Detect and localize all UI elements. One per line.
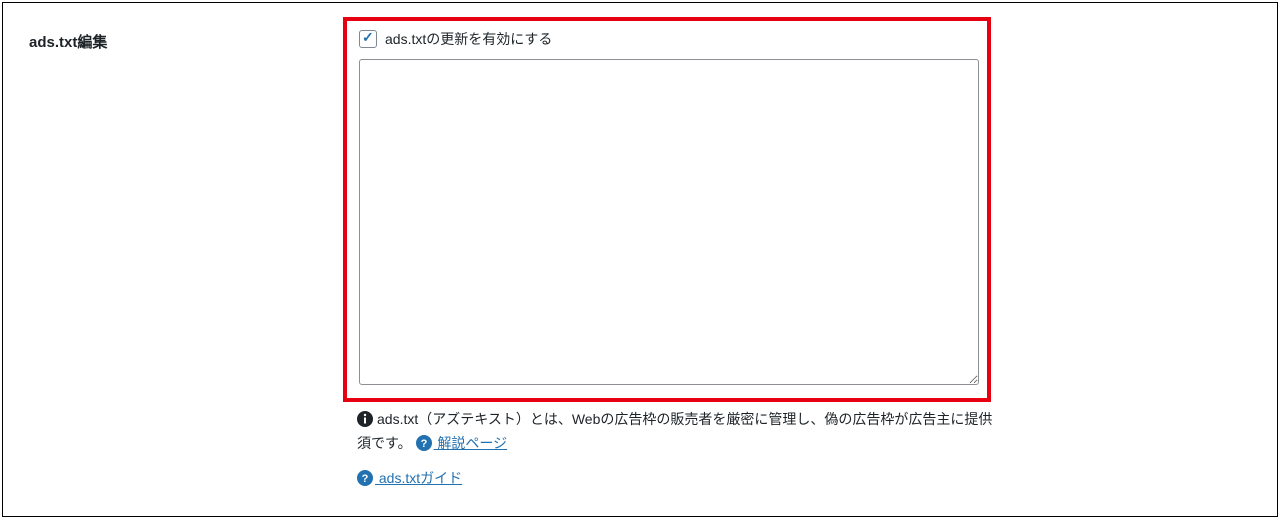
enable-adstxt-label[interactable]: ads.txtの更新を有効にする <box>385 29 552 49</box>
svg-text:?: ? <box>420 438 427 450</box>
question-icon: ? <box>416 435 432 451</box>
adstxt-guide-link[interactable]: ads.txtガイド <box>375 470 462 486</box>
form-row-adstxt: ads.txt編集 ads.txtの更新を有効にする ads.txt（アズテキス… <box>3 3 1277 488</box>
settings-panel: ads.txt編集 ads.txtの更新を有効にする ads.txt（アズテキス… <box>2 2 1278 517</box>
section-label: ads.txt編集 <box>29 34 107 51</box>
help-description: ads.txt（アズテキスト）とは、Webの広告枠の販売者を厳密に管理し、偽の広… <box>343 408 1263 456</box>
help-text-part1: ads.txt（アズテキスト）とは、Webの広告枠の販売者を厳密に管理し、偽の広… <box>377 411 992 427</box>
explain-page-link[interactable]: 解説ページ <box>434 435 508 451</box>
highlight-box: ads.txtの更新を有効にする <box>343 17 991 402</box>
checkbox-row: ads.txtの更新を有効にする <box>359 29 975 49</box>
info-icon <box>357 411 373 427</box>
guide-link-row: ? ads.txtガイド <box>343 468 1277 488</box>
svg-text:?: ? <box>362 473 369 485</box>
adstxt-textarea[interactable] <box>359 59 979 385</box>
enable-adstxt-checkbox[interactable] <box>359 30 377 48</box>
help-text-part2: 須です。 <box>357 435 412 451</box>
label-column: ads.txt編集 <box>3 3 343 52</box>
question-icon: ? <box>357 470 373 486</box>
content-column: ads.txtの更新を有効にする ads.txt（アズテキスト）とは、Webの広… <box>343 3 1277 488</box>
